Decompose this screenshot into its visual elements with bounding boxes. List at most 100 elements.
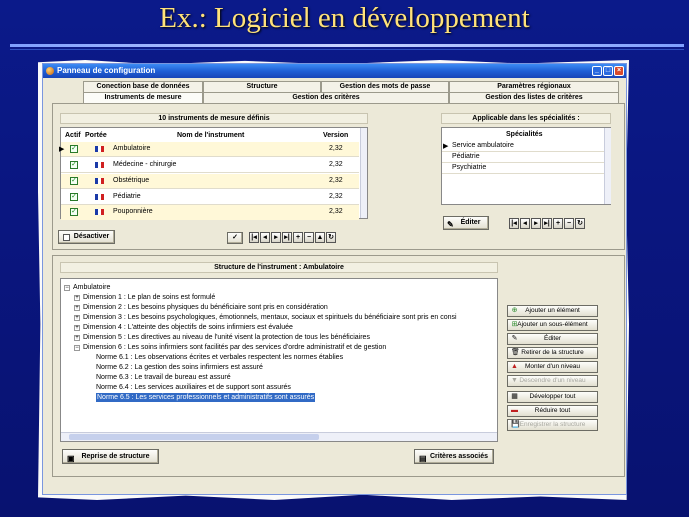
collapse-icon[interactable]: −	[64, 285, 70, 291]
tab-instruments[interactable]: Instruments de mesure	[83, 92, 203, 103]
move-up-button[interactable]: ▲ Monter d'un niveau	[507, 361, 598, 373]
last-record-button[interactable]: ▸|	[542, 218, 552, 229]
row-pointer-icon: ▶	[59, 146, 65, 153]
close-button[interactable]: ×	[614, 66, 624, 76]
arrow-up-icon: ▲	[511, 363, 518, 370]
tab-row-bottom: Instruments de mesure Gestion des critèr…	[83, 92, 619, 103]
table-row[interactable]: ✓ Médecine - chirurgie 2,32	[61, 158, 359, 173]
expand-icon[interactable]: +	[74, 295, 80, 301]
active-checkbox[interactable]: ✓	[70, 193, 78, 201]
expand-icon[interactable]: +	[74, 335, 80, 341]
collapse-icon[interactable]: −	[74, 345, 80, 351]
table-row[interactable]: ✓ Obstétrique 2,32	[61, 174, 359, 189]
refresh-button[interactable]: ↻	[575, 218, 585, 229]
delete-record-button[interactable]: −	[304, 232, 314, 243]
add-record-button[interactable]: +	[553, 218, 563, 229]
flag-icon	[95, 194, 104, 200]
refresh-button[interactable]: ↻	[326, 232, 336, 243]
hscroll-thumb[interactable]	[69, 434, 319, 440]
delete-record-button[interactable]: −	[564, 218, 574, 229]
list-item[interactable]: Psychiatrie	[442, 163, 604, 174]
table-row[interactable]: ▶ ✓ Ambulatoire 2,32	[59, 142, 359, 157]
tab-connection-db[interactable]: Conection base de données	[83, 81, 203, 92]
criteria-icon: ▤	[419, 454, 427, 463]
next-record-button[interactable]: ▸	[271, 232, 281, 243]
tree-node-norme[interactable]: Norme 6.2 : La gestion des soins infirmi…	[96, 363, 263, 372]
structure-tree: − Ambulatoire + Dimension 1 : Le plan de s…	[60, 278, 498, 442]
save-structure-button[interactable]: 💾 Enregistrer la structure	[507, 419, 598, 431]
specialties-header: Spécialités	[506, 131, 543, 138]
collapse-all-button[interactable]: ▬ Réduire tout	[507, 405, 598, 417]
col-header-portee: Portée	[85, 132, 107, 139]
tree-node-dimension[interactable]: + Dimension 1 : Le plan de soins est form…	[74, 293, 215, 302]
tree-node-dimension[interactable]: + Dimension 5 : Les directives au niveau …	[74, 333, 370, 342]
tree-hscrollbar[interactable]	[61, 432, 497, 441]
tree-node-norme[interactable]: Norme 6.1 : Les observations écrites et …	[96, 353, 343, 362]
tab-structure[interactable]: Structure	[203, 81, 321, 92]
reprise-structure-button[interactable]: ▣ Reprise de structure	[62, 449, 159, 464]
post-record-button[interactable]: ▲	[315, 232, 325, 243]
prev-record-button[interactable]: ◂	[260, 232, 270, 243]
tree-node-dimension[interactable]: + Dimension 4 : L'atteinte des objectifs …	[74, 323, 293, 332]
add-subelement-button[interactable]: ⊞ Ajouter un sous-élément	[507, 319, 598, 331]
collapse-all-icon: ▬	[511, 407, 518, 414]
validate-button[interactable]: ✓	[227, 232, 243, 244]
flag-icon	[95, 209, 104, 215]
tab-criteria-lists[interactable]: Gestion des listes de critères	[449, 92, 619, 103]
instrument-name: Ambulatoire	[113, 145, 151, 152]
tree-node-norme[interactable]: Norme 6.3 : Le travail de bureau est ass…	[96, 373, 231, 382]
first-record-button[interactable]: |◂	[249, 232, 259, 243]
specialties-grid: Spécialités ▶ Service ambulatoire Pédiat…	[441, 127, 611, 205]
instrument-name: Pédiatrie	[113, 193, 141, 200]
instruments-nav-bar: |◂ ◂ ▸ ▸| + − ▲ ↻	[249, 232, 336, 243]
list-item[interactable]: ▶ Service ambulatoire	[442, 141, 604, 152]
expand-icon[interactable]: +	[74, 325, 80, 331]
col-header-actif: Actif	[65, 132, 81, 139]
maximize-button[interactable]: □	[603, 66, 613, 76]
move-down-button[interactable]: ▼ Descendre d'un niveau	[507, 375, 598, 387]
expand-icon[interactable]: +	[74, 315, 80, 321]
window-titlebar[interactable]: Panneau de configuration	[43, 64, 626, 78]
edit-icon: ✎	[447, 220, 454, 229]
flag-icon	[95, 178, 104, 184]
prev-record-button[interactable]: ◂	[520, 218, 530, 229]
reprise-icon: ▣	[67, 454, 75, 463]
tree-node-dimension[interactable]: + Dimension 3 : Les besoins psychologique…	[74, 313, 457, 322]
deactivate-button[interactable]: Désactiver	[58, 230, 115, 244]
expand-icon[interactable]: +	[74, 305, 80, 311]
tree-node-dimension[interactable]: + Dimension 2 : Les besoins physiques du …	[74, 303, 328, 312]
minimize-button[interactable]: _	[592, 66, 602, 76]
active-checkbox[interactable]: ✓	[70, 161, 78, 169]
active-checkbox[interactable]: ✓	[70, 208, 78, 216]
add-element-button[interactable]: ⊕ Ajouter un élément	[507, 305, 598, 317]
list-item[interactable]: Pédiatrie	[442, 152, 604, 163]
last-record-button[interactable]: ▸|	[282, 232, 292, 243]
table-row[interactable]: ✓ Pédiatrie 2,32	[61, 190, 359, 205]
active-checkbox[interactable]: ✓	[70, 177, 78, 185]
active-checkbox[interactable]: ✓	[70, 145, 78, 153]
expand-all-button[interactable]: ▦ Développer tout	[507, 391, 598, 403]
edit-specialty-button[interactable]: ✎ Éditer	[443, 216, 489, 230]
tree-node-norme-selected[interactable]: Norme 6.5 : Les services professionnels …	[96, 393, 316, 402]
add-record-button[interactable]: +	[293, 232, 303, 243]
tab-criteria[interactable]: Gestion des critères	[203, 92, 449, 103]
table-row[interactable]: ✓ Pouponnière 2,32	[61, 205, 359, 220]
instrument-version: 2,32	[329, 193, 343, 200]
tree-node-norme[interactable]: Norme 6.4 : Les services auxiliaires et …	[96, 383, 291, 392]
remove-element-button[interactable]: 🗑 Retirer de la structure	[507, 347, 598, 359]
deactivate-label: Désactiver	[73, 233, 110, 240]
first-record-button[interactable]: |◂	[509, 218, 519, 229]
tree-node-dimension[interactable]: − Dimension 6 : Les soins infirmiers sont…	[74, 343, 386, 352]
specialties-title: Applicable dans les spécialités :	[441, 113, 611, 124]
instruments-scrollbar[interactable]	[360, 128, 367, 218]
tab-regional-settings[interactable]: Paramètres régionaux	[449, 81, 619, 92]
criteres-associes-button[interactable]: ▤ Critères associés	[414, 449, 494, 464]
col-header-name: Nom de l'instrument	[177, 132, 245, 139]
instruments-title: 10 instruments de mesure définis	[60, 113, 368, 124]
tree-root[interactable]: − Ambulatoire	[64, 283, 110, 292]
specialties-scrollbar[interactable]	[604, 128, 611, 204]
flag-icon	[95, 162, 104, 168]
next-record-button[interactable]: ▸	[531, 218, 541, 229]
edit-element-button[interactable]: ✎ Éditer	[507, 333, 598, 345]
tab-passwords[interactable]: Gestion des mots de passe	[321, 81, 449, 92]
